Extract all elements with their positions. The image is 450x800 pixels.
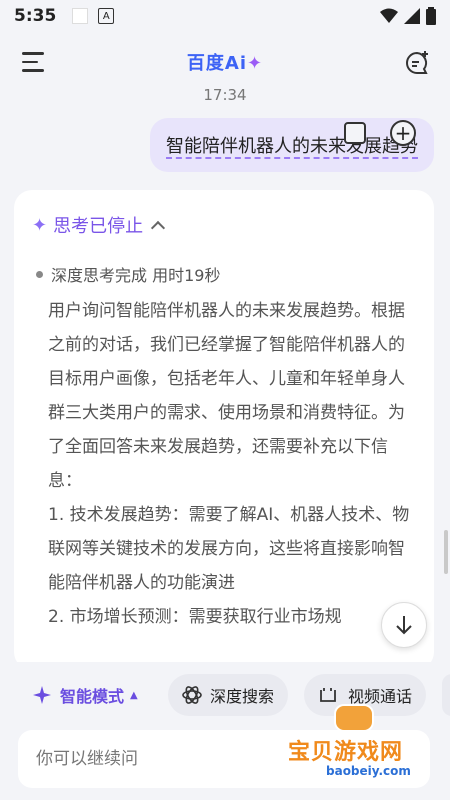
sparkle-icon [33,686,51,704]
gamepad-icon [334,704,374,732]
smart-mode-label: 智能模式 [60,687,125,706]
cellular-icon [404,8,420,24]
thinking-label: 思考已停止 [53,216,144,237]
notification-square-icon [72,8,89,24]
thinking-status-text: 深度思考完成 用时19秒 [51,266,221,285]
thinking-content: 用户询问智能陪伴机器人的未来发展趋势。根据之前的对话，我们已经掌握了智能陪伴机器… [48,294,414,634]
smart-mode-button[interactable]: 智能模式 ▲ [22,674,152,716]
wifi-icon [380,8,398,23]
watermark-text: 宝贝游戏网 [288,740,404,765]
deep-search-button[interactable]: 深度搜索 [168,674,289,716]
battery-icon [426,7,436,25]
thinking-toggle[interactable]: ✦ 思考已停止 [32,212,166,238]
brand-text: 百度Ai [186,53,247,74]
arrow-down-icon [396,616,412,635]
chevron-up-icon [151,220,166,236]
thinking-paragraph: 用户询问智能陪伴机器人的未来发展趋势。根据之前的对话，我们已经掌握了智能陪伴机器… [48,301,405,491]
scrollbar-thumb[interactable] [444,530,448,574]
status-bar: 5:35 A [0,0,450,32]
deep-search-label: 深度搜索 [210,687,275,706]
thinking-paragraph: 1. 技术发展趋势：需要了解AI、机器人技术、物联网等关键技术的发展方向，这些将… [48,505,410,593]
app-brand: 百度Ai✦ [187,49,263,75]
status-time: 5:35 [14,6,57,26]
more-chip[interactable] [442,674,450,716]
thinking-status: 深度思考完成 用时19秒 [36,262,220,286]
status-dot-icon [36,270,43,278]
scroll-down-button[interactable] [381,602,427,648]
answer-card: ✦ 思考已停止 深度思考完成 用时19秒 用户询问智能陪伴机器人的未来发展趋势。… [14,190,434,670]
notification-app-icon: A [98,8,115,24]
message-timestamp: 17:34 [203,86,247,104]
sparkle-icon: ✦ [32,214,48,236]
atom-icon [182,686,202,704]
menu-icon[interactable] [22,52,46,74]
watermark-url: baobeiy.com [326,764,411,778]
voice-icon[interactable] [344,122,366,144]
caret-up-icon: ▲ [130,689,138,701]
thinking-paragraph: 2. 市场增长预测：需要获取行业市场规 [48,607,342,627]
watermark-logo: 宝贝游戏网 baobeiy.com [282,700,442,790]
brand-spark-icon: ✦ [247,53,264,74]
new-chat-icon[interactable] [404,50,430,76]
add-icon[interactable]: + [390,120,416,146]
user-message-text: 智能陪伴机器人的未来发展趋势 [166,136,418,159]
app-header: 百度Ai✦ [0,32,450,92]
